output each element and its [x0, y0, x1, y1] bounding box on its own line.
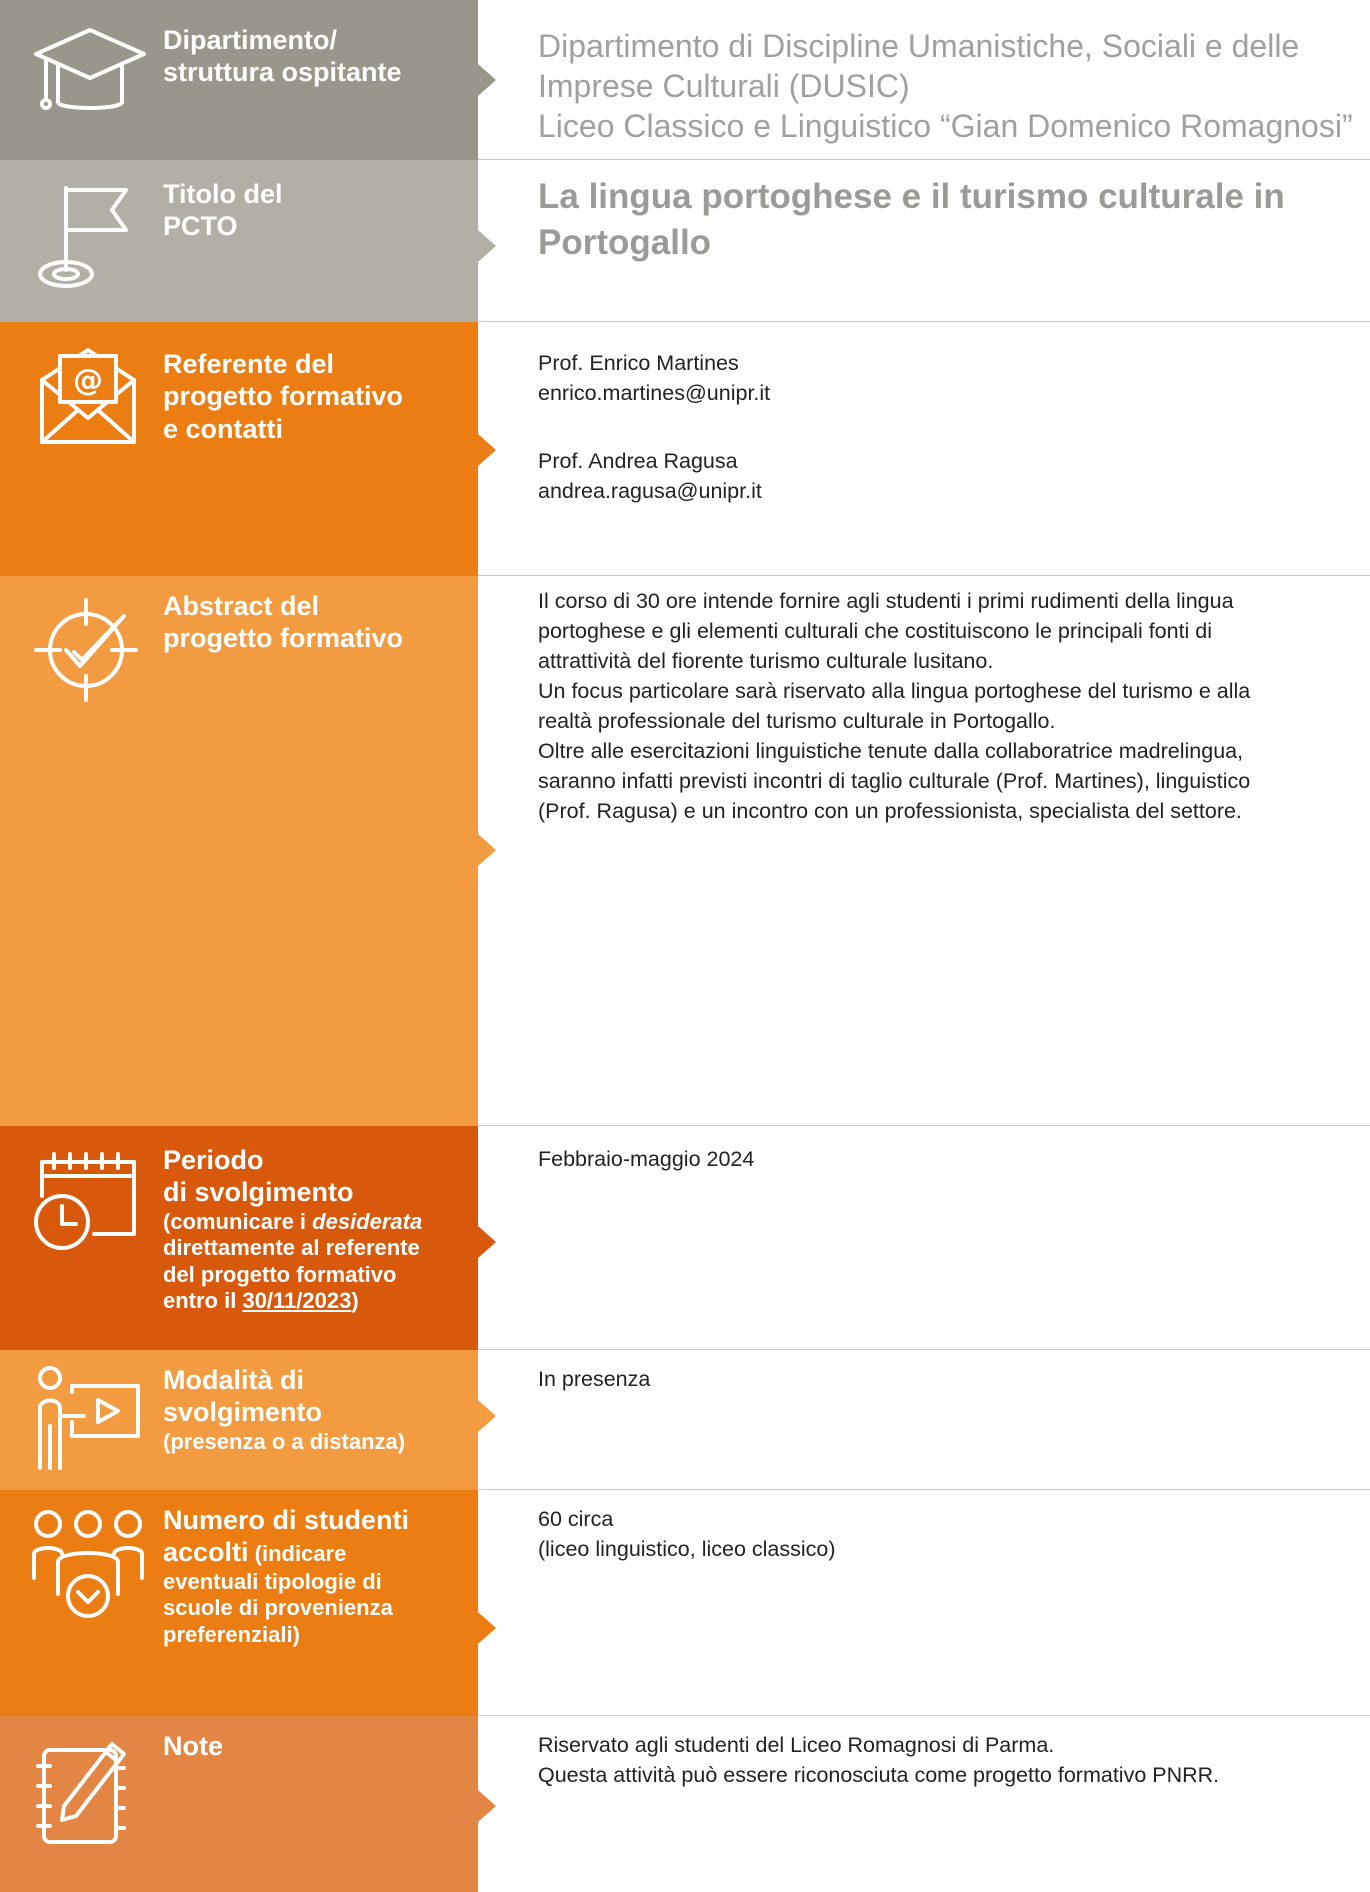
abstract-line: Il corso di 30 ore intende fornire agli …	[538, 589, 1234, 613]
pcto-form: Dipartimento/ struttura ospitante Dipart…	[0, 0, 1370, 1892]
pointer-arrow-icon	[478, 1400, 496, 1432]
notes-value: Riservato agli studenti del Liceo Romagn…	[538, 1730, 1362, 1790]
label-line: di svolgimento	[163, 1177, 354, 1208]
row-notes: Note Riservato agli studenti del Liceo R…	[0, 1716, 1370, 1892]
abstract-line: Un focus particolare sarà riservato alla…	[538, 679, 1251, 703]
abstract-line: attrattività del fiorente turismo cultur…	[538, 649, 994, 673]
row-period: Periodo di svolgimento (comunicare i des…	[0, 1126, 1370, 1350]
label-note: (indicare	[248, 1541, 347, 1567]
pointer-arrow-icon	[478, 230, 496, 262]
row-abstract: Abstract del progetto formativo Il corso…	[0, 576, 1370, 1126]
abstract-value: Il corso di 30 ore intende fornire agli …	[538, 586, 1362, 826]
note-text: )	[351, 1287, 359, 1313]
svg-text:@: @	[73, 363, 103, 398]
department-line: Dipartimento di Discipline Umanistiche, …	[538, 28, 1300, 64]
department-line: Liceo Classico e Linguistico “Gian Domen…	[538, 108, 1353, 144]
abstract-line: realtà professionale del turismo cultura…	[538, 709, 1056, 733]
department-value: Dipartimento di Discipline Umanistiche, …	[538, 26, 1362, 146]
label-note: scuole di provenienza	[163, 1595, 393, 1621]
label-note: direttamente al referente	[163, 1235, 420, 1261]
label-note: (presenza o a distanza)	[163, 1428, 406, 1454]
email-envelope-icon: @	[28, 332, 148, 452]
pointer-arrow-icon	[478, 434, 496, 466]
target-check-icon	[28, 590, 148, 710]
row-department: Dipartimento/ struttura ospitante Dipart…	[0, 0, 1370, 160]
students-count: 60 circa	[538, 1507, 614, 1531]
pointer-arrow-icon	[478, 834, 496, 866]
note-line: Questa attività può essere riconosciuta …	[538, 1763, 1220, 1787]
note-text: (comunicare i	[163, 1208, 313, 1234]
contact-email[interactable]: andrea.ragusa@unipr.it	[538, 476, 1362, 506]
period-text: Febbraio-maggio 2024	[538, 1147, 755, 1171]
mode-text: In presenza	[538, 1367, 651, 1391]
note-emphasis: desiderata	[312, 1208, 423, 1234]
label-note: entro il 30/11/2023)	[163, 1288, 1362, 1314]
students-schools: (liceo linguistico, liceo classico)	[538, 1537, 836, 1561]
label-line: svolgimento	[163, 1397, 323, 1428]
pointer-arrow-icon	[478, 1612, 496, 1644]
deadline-date: 30/11/2023	[242, 1287, 352, 1313]
abstract-line: portoghese e gli elementi culturali che …	[538, 619, 1213, 643]
calendar-clock-icon	[28, 1142, 148, 1262]
contact-name: Prof. Enrico Martines	[538, 351, 739, 375]
label-note: preferenziali)	[163, 1621, 300, 1647]
students-value: 60 circa (liceo linguistico, liceo class…	[538, 1504, 1362, 1564]
period-value: Febbraio-maggio 2024	[538, 1144, 1362, 1174]
note-line: Riservato agli studenti del Liceo Romagn…	[538, 1733, 1055, 1757]
label-note: del progetto formativo	[163, 1261, 397, 1287]
flag-icon	[28, 178, 148, 298]
pointer-arrow-icon	[478, 1790, 496, 1822]
notebook-pencil-icon	[28, 1730, 148, 1850]
abstract-line: saranno infatti previsti incontri di tag…	[538, 769, 1251, 793]
presenter-screen-icon	[28, 1356, 148, 1476]
label-text: accolti	[163, 1537, 249, 1568]
mode-value: In presenza	[538, 1364, 1362, 1394]
abstract-line: Oltre alle esercitazioni linguistiche te…	[538, 739, 1244, 763]
row-mode: Modalità di svolgimento (presenza o a di…	[0, 1350, 1370, 1490]
people-group-icon	[28, 1504, 148, 1624]
graduation-cap-icon	[28, 14, 148, 134]
title-line: La lingua portoghese e il turismo cultur…	[538, 177, 1285, 216]
row-contacts: @ Referente del progetto formativo e con…	[0, 322, 1370, 576]
abstract-line: (Prof. Ragusa) e un incontro con un prof…	[538, 799, 1242, 823]
pcto-title: La lingua portoghese e il turismo cultur…	[538, 174, 1362, 266]
title-line: Portogallo	[538, 223, 712, 262]
note-text: entro il	[163, 1287, 243, 1313]
row-title: Titolo del PCTO La lingua portoghese e i…	[0, 160, 1370, 322]
contacts-value: Prof. Enrico Martines enrico.martines@un…	[538, 348, 1362, 506]
department-line: Imprese Culturali (DUSIC)	[538, 68, 910, 104]
label-note: eventuali tipologie di	[163, 1568, 382, 1594]
contact-name: Prof. Andrea Ragusa	[538, 449, 738, 473]
row-students: Numero di studenti accolti (indicare eve…	[0, 1490, 1370, 1716]
label-note: (comunicare i desiderata	[163, 1209, 1362, 1235]
pointer-arrow-icon	[478, 64, 496, 96]
contact-email[interactable]: enrico.martines@unipr.it	[538, 378, 1362, 408]
pointer-arrow-icon	[478, 1226, 496, 1258]
